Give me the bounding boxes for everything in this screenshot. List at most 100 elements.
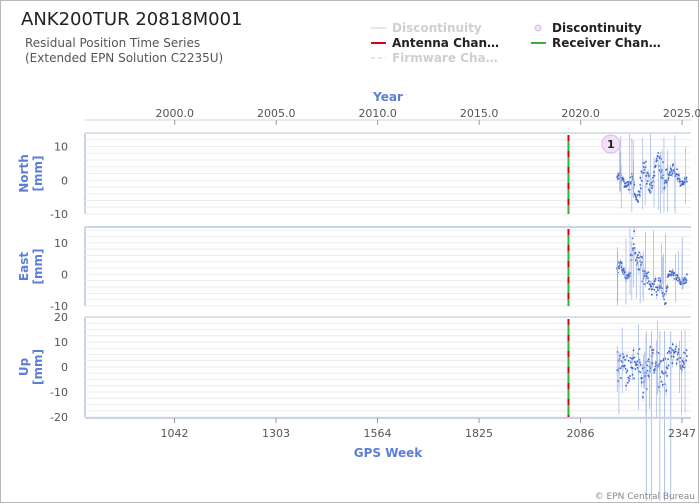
data-point bbox=[642, 396, 644, 398]
data-point bbox=[637, 201, 639, 203]
data-point bbox=[629, 375, 631, 377]
data-point bbox=[618, 267, 621, 270]
data-point bbox=[628, 377, 631, 380]
bottom-tick-label-4: 2086 bbox=[567, 427, 595, 440]
data-point bbox=[640, 187, 642, 190]
ytick-label: -20 bbox=[50, 411, 68, 424]
data-point bbox=[631, 373, 634, 376]
data-point bbox=[679, 357, 682, 359]
data-point bbox=[657, 152, 660, 154]
data-point bbox=[633, 356, 636, 359]
data-point bbox=[680, 281, 682, 283]
data-point bbox=[651, 288, 654, 291]
panel-ylabel: North[mm] bbox=[17, 154, 45, 192]
data-point bbox=[633, 377, 635, 380]
data-point bbox=[666, 375, 668, 377]
data-point bbox=[629, 176, 632, 179]
bottom-tick-label-2: 1564 bbox=[363, 427, 391, 440]
top-tick-label-4: 2020.0 bbox=[561, 107, 600, 120]
legend-label-0: Discontinuity bbox=[392, 21, 482, 35]
bottom-tick-label-3: 1825 bbox=[465, 427, 493, 440]
legend-label-1: Discontinuity bbox=[552, 21, 642, 35]
data-point bbox=[667, 275, 670, 278]
ytick-label: 0 bbox=[61, 174, 68, 187]
data-point bbox=[645, 175, 648, 177]
data-point bbox=[639, 371, 642, 374]
data-point bbox=[631, 367, 634, 370]
data-point bbox=[627, 359, 630, 362]
data-point bbox=[650, 182, 653, 184]
data-point bbox=[631, 237, 634, 240]
top-tick-label-1: 2005.0 bbox=[257, 107, 296, 120]
data-point bbox=[633, 230, 635, 232]
credit-text: © EPN Central Bureau bbox=[595, 492, 695, 502]
panel-background bbox=[85, 227, 691, 306]
data-point bbox=[639, 361, 641, 364]
time-series-chart: ANK200TUR 20818M001 Residual Position Ti… bbox=[17, 9, 700, 502]
data-point bbox=[625, 384, 627, 387]
data-point bbox=[643, 283, 646, 285]
data-point bbox=[672, 274, 675, 276]
data-point bbox=[643, 172, 645, 174]
data-point bbox=[636, 194, 639, 197]
data-point bbox=[658, 386, 660, 388]
discontinuity-label: 1 bbox=[607, 138, 615, 151]
subtitle-line-1: Residual Position Time Series bbox=[25, 36, 200, 50]
bottom-axis-ticks: 1042 1303 1564 1825 2086 2347 bbox=[85, 417, 696, 440]
ylabel-line-1: East bbox=[17, 252, 31, 281]
data-point bbox=[653, 371, 656, 374]
data-point bbox=[668, 173, 671, 176]
data-point bbox=[675, 277, 678, 279]
data-point bbox=[623, 364, 626, 367]
data-point bbox=[662, 359, 664, 362]
top-tick-label-3: 2015.0 bbox=[460, 107, 499, 120]
data-point bbox=[672, 355, 675, 358]
data-point bbox=[675, 362, 678, 365]
ylabel-line-2: [mm] bbox=[31, 349, 45, 385]
panel-north: 10 0 -10 North[mm] 1 bbox=[17, 132, 691, 221]
data-point bbox=[674, 350, 677, 353]
ytick-label: 0 bbox=[61, 268, 68, 281]
data-point bbox=[623, 271, 626, 274]
data-point bbox=[662, 161, 664, 163]
ylabel-line-2: [mm] bbox=[31, 156, 45, 192]
ytick-label: 20 bbox=[54, 311, 68, 324]
data-point bbox=[639, 364, 642, 366]
data-point bbox=[657, 352, 660, 354]
top-axis-ticks: 2000.0 2005.0 2010.0 2015.0 2020.0 2025.0 bbox=[85, 107, 700, 125]
data-point bbox=[638, 348, 641, 350]
data-point bbox=[656, 286, 659, 289]
data-point bbox=[677, 351, 680, 354]
data-point bbox=[636, 360, 639, 363]
data-point bbox=[670, 174, 672, 177]
data-point bbox=[672, 349, 675, 352]
data-point bbox=[660, 360, 662, 362]
ytick-label: -10 bbox=[50, 386, 68, 399]
data-point bbox=[635, 196, 638, 199]
bottom-tick-label-0: 1042 bbox=[160, 427, 188, 440]
data-point bbox=[678, 178, 681, 180]
top-axis-title: Year bbox=[372, 90, 403, 104]
top-tick-label-0: 2000.0 bbox=[155, 107, 194, 120]
chart-frame: ANK200TUR 20818M001 Residual Position Ti… bbox=[0, 0, 700, 503]
data-point bbox=[651, 184, 654, 187]
data-point bbox=[665, 389, 667, 392]
panel-ylabel: East[mm] bbox=[17, 249, 45, 285]
data-point bbox=[675, 345, 678, 348]
data-point bbox=[624, 367, 627, 370]
data-point bbox=[671, 343, 674, 346]
chart-title: ANK200TUR 20818M001 bbox=[21, 9, 242, 30]
data-point bbox=[653, 174, 656, 177]
data-point bbox=[655, 157, 658, 160]
data-point bbox=[648, 288, 651, 290]
data-point bbox=[665, 302, 667, 304]
data-point bbox=[626, 381, 629, 384]
data-point bbox=[685, 349, 688, 352]
data-point bbox=[652, 349, 655, 351]
data-point bbox=[681, 180, 684, 183]
data-point bbox=[686, 355, 688, 358]
panel-ylabel: Up[mm] bbox=[17, 349, 45, 385]
data-point bbox=[678, 278, 681, 281]
ytick-label: 10 bbox=[54, 237, 68, 250]
ylabel-line-1: North bbox=[17, 154, 31, 192]
